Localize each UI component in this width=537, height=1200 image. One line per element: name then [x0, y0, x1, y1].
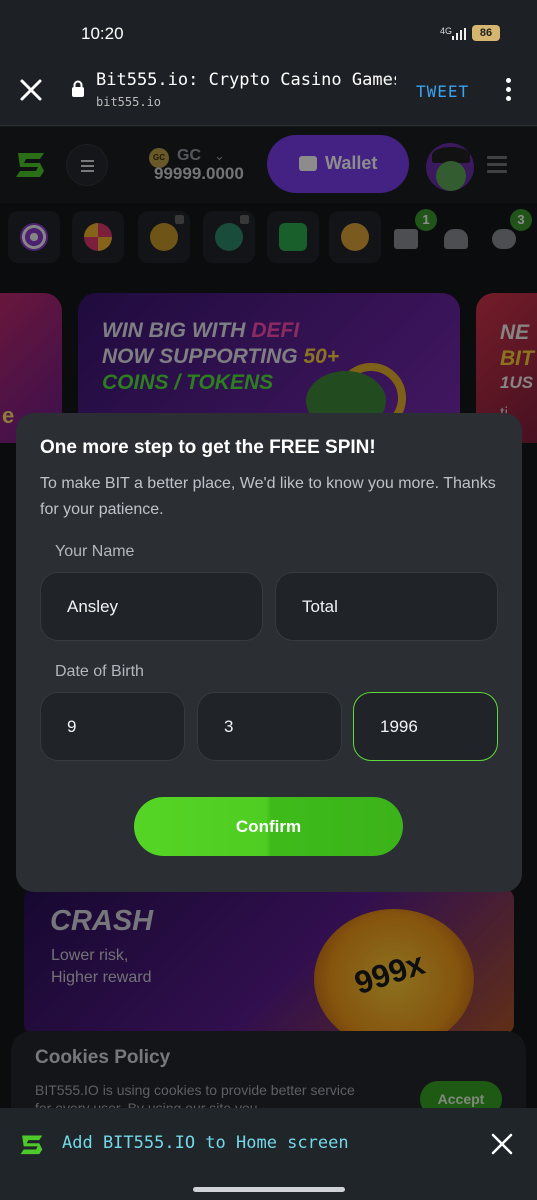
- lock-icon: [72, 80, 84, 97]
- confirm-button[interactable]: Confirm: [134, 797, 403, 856]
- modal-description: To make BIT a better place, We'd like to…: [40, 475, 496, 518]
- page-title: Bit555.io: Crypto Casino Games ...: [96, 70, 396, 90]
- screen: { "status_bar": { "time": "10:20", "netw…: [0, 0, 537, 1200]
- battery-icon: 86: [472, 25, 500, 41]
- dob-day-field[interactable]: 3: [197, 692, 342, 761]
- close-icon[interactable]: [490, 1132, 514, 1156]
- more-vert-icon[interactable]: [500, 78, 516, 104]
- add-to-home-bar[interactable]: Add BIT555.IO to Home screen: [0, 1108, 537, 1180]
- last-name-field[interactable]: Total: [275, 572, 498, 641]
- first-name-field[interactable]: Ansley: [40, 572, 263, 641]
- home-gesture-handle[interactable]: [193, 1187, 345, 1192]
- signal-icon: [452, 28, 466, 40]
- system-nav-bar: [0, 1180, 537, 1200]
- dob-year-field[interactable]: 1996: [353, 692, 498, 761]
- free-spin-modal: One more step to get the FREE SPIN! To m…: [16, 413, 522, 892]
- dob-label: Date of Birth: [55, 663, 144, 680]
- page-url: bit555.io: [96, 95, 162, 109]
- status-time: 10:20: [81, 24, 124, 43]
- modal-title: One more step to get the FREE SPIN!: [40, 437, 376, 458]
- network-type: 4G: [440, 26, 453, 36]
- add-to-home-text[interactable]: Add BIT555.IO to Home screen: [62, 1133, 349, 1153]
- name-label: Your Name: [55, 543, 135, 560]
- tweet-button[interactable]: TWEET: [416, 82, 469, 101]
- close-icon[interactable]: [18, 77, 44, 103]
- dob-month-field[interactable]: 9: [40, 692, 185, 761]
- browser-toolbar: Bit555.io: Crypto Casino Games ... bit55…: [0, 60, 537, 126]
- status-bar: 10:20 4G 86: [0, 0, 537, 60]
- site-logo-icon: [20, 1135, 43, 1155]
